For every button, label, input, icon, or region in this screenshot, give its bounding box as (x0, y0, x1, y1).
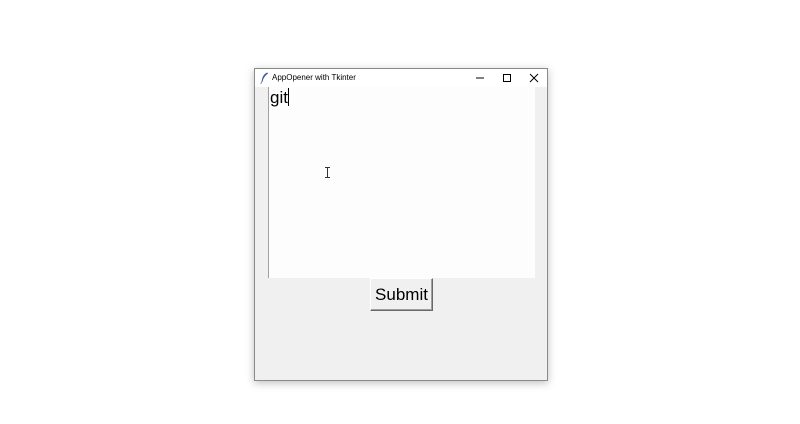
text-caret (287, 88, 289, 106)
minimize-button[interactable] (466, 69, 493, 87)
close-icon (529, 73, 538, 83)
minimize-icon (475, 77, 484, 79)
submit-button[interactable]: Submit (370, 278, 433, 311)
window-title: AppOpener with Tkinter (272, 73, 356, 82)
app-window: AppOpener with Tkinter git Submit (254, 68, 548, 381)
close-button[interactable] (520, 69, 547, 87)
feather-icon (260, 72, 268, 84)
text-area-value: git (270, 88, 288, 107)
ibeam-cursor-icon (325, 167, 330, 178)
maximize-button[interactable] (493, 69, 520, 87)
text-area-content: git (270, 88, 289, 108)
title-bar[interactable]: AppOpener with Tkinter (255, 69, 547, 87)
maximize-icon (502, 74, 511, 82)
command-text-area[interactable]: git (268, 87, 535, 278)
